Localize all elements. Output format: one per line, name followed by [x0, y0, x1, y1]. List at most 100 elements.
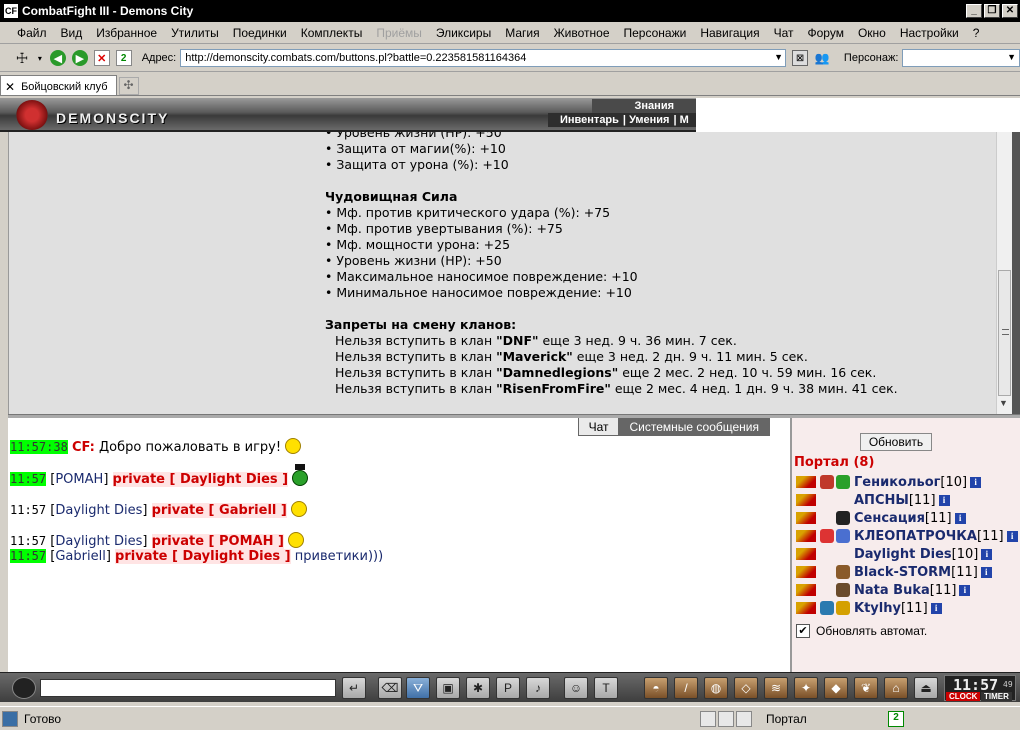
menu-item[interactable]: Персонажи — [617, 26, 694, 40]
close-page-icon[interactable]: ⊠ — [792, 50, 808, 66]
info-scrollbar[interactable]: ▼ — [996, 132, 1012, 414]
chat-timestamp[interactable]: 11:57 — [10, 549, 47, 563]
auto-refresh-checkbox[interactable]: ✔ — [796, 624, 810, 638]
player-info-icon[interactable]: i — [938, 494, 950, 506]
chat-sender[interactable]: Daylight Dies — [55, 534, 142, 549]
player-name[interactable]: КЛЕОПАТРОЧКА — [854, 529, 977, 544]
refresh-button[interactable]: Обновить — [860, 433, 932, 451]
private-message-icon[interactable] — [796, 494, 816, 506]
group-icon[interactable]: ❦ — [854, 677, 878, 699]
private-message-icon[interactable] — [796, 548, 816, 560]
player-info-icon[interactable]: i — [954, 512, 966, 524]
potion-icon[interactable]: ◍ — [704, 677, 728, 699]
back-icon[interactable]: ◀ — [49, 50, 66, 66]
minimize-button[interactable]: _ — [966, 4, 982, 18]
menu-item[interactable]: ? — [966, 26, 987, 40]
filter-icon[interactable]: ⛛ — [406, 677, 430, 699]
tab-chat[interactable]: Чат — [577, 418, 620, 436]
close-button[interactable]: ✕ — [1002, 4, 1018, 18]
refresh-icon[interactable]: 2 — [115, 50, 132, 66]
character-select[interactable]: ▼ — [902, 49, 1020, 67]
clan-emblem-icon[interactable] — [820, 529, 834, 543]
speaker-head-icon[interactable] — [12, 677, 36, 699]
scroll-down-icon[interactable]: ▼ — [999, 398, 1008, 408]
player-name[interactable]: Daylight Dies — [854, 547, 952, 562]
address-input[interactable]: http://demonscity.combats.com/buttons.pl… — [180, 49, 787, 67]
nav-skills[interactable]: Умения — [629, 114, 669, 126]
player-name[interactable]: Black-STORM — [854, 565, 951, 580]
menu-item[interactable]: Эликсиры — [429, 26, 498, 40]
menu-item[interactable]: Файл — [10, 26, 54, 40]
exit-icon[interactable]: ⏏ — [914, 677, 938, 699]
private-message-icon[interactable] — [796, 512, 816, 524]
save-log-icon[interactable]: ▣ — [436, 677, 460, 699]
player-info-icon[interactable]: i — [980, 566, 992, 578]
private-toggle-icon[interactable]: P — [496, 677, 520, 699]
clan-emblem-icon[interactable] — [836, 601, 850, 615]
menu-item[interactable]: Вид — [54, 26, 90, 40]
fighter-icon[interactable]: ✱ — [466, 677, 490, 699]
chat-sender[interactable]: РОМАН — [55, 472, 103, 487]
clan-emblem-icon[interactable] — [836, 565, 850, 579]
menu-item[interactable]: Утилиты — [164, 26, 226, 40]
dropdown-arrow-icon[interactable]: ▾ — [36, 50, 44, 66]
player-info-icon[interactable]: i — [970, 476, 982, 488]
settings-icon[interactable]: ✦ — [794, 677, 818, 699]
player-name[interactable]: Ktylhy — [854, 601, 901, 616]
menu-item[interactable]: Комплекты — [294, 26, 370, 40]
close-tab-icon[interactable]: ✕ — [5, 80, 15, 94]
player-info-icon[interactable]: i — [981, 548, 993, 560]
clock-label[interactable]: CLOCK — [946, 692, 981, 701]
scroll-thumb[interactable] — [998, 270, 1011, 396]
clear-icon[interactable]: ⌫ — [378, 677, 402, 699]
menu-item[interactable]: Окно — [851, 26, 893, 40]
menu-item[interactable]: Навигация — [693, 26, 766, 40]
chevron-down-icon[interactable]: ▼ — [774, 52, 783, 62]
player-info-icon[interactable]: i — [959, 584, 971, 596]
menu-item[interactable]: Избранное — [89, 26, 164, 40]
chat-sender[interactable]: Daylight Dies — [55, 503, 142, 518]
house-icon[interactable]: ⌂ — [884, 677, 908, 699]
tab-fight-club[interactable]: ✕ Бойцовский клуб — [0, 75, 117, 95]
private-tag[interactable]: private [ Daylight Dies ] — [115, 549, 291, 564]
nav-more[interactable]: М — [680, 114, 689, 126]
menu-item[interactable]: Чат — [767, 26, 801, 40]
chat-input[interactable] — [40, 679, 336, 697]
forward-icon[interactable]: ▶ — [71, 50, 88, 66]
maximize-button[interactable]: ❐ — [984, 4, 1000, 18]
player-name[interactable]: Nata Buka — [854, 583, 930, 598]
private-message-icon[interactable] — [796, 584, 816, 596]
private-message-icon[interactable] — [796, 602, 816, 614]
chat-timestamp[interactable]: 11:57 — [10, 534, 46, 548]
player-info-icon[interactable]: i — [1006, 530, 1018, 542]
smiley-icon[interactable]: ☺ — [564, 677, 588, 699]
chat-timestamp[interactable]: 11:57 — [10, 472, 47, 486]
sound-icon[interactable]: ♪ — [526, 677, 550, 699]
send-icon[interactable]: ↵ — [342, 677, 366, 699]
menu-item[interactable]: Форум — [801, 26, 851, 40]
menu-item[interactable]: Настройки — [893, 26, 966, 40]
menu-item[interactable]: Магия — [498, 26, 546, 40]
map-icon[interactable]: ◇ — [734, 677, 758, 699]
pin-icon[interactable]: ☩ — [14, 50, 30, 66]
player-name[interactable]: АПСНЫ — [854, 493, 909, 508]
stop-icon[interactable]: ✕ — [93, 50, 110, 66]
private-tag[interactable]: private [ РОМАН ] — [151, 534, 284, 549]
clan-emblem-icon[interactable] — [836, 475, 850, 489]
nav-inventory[interactable]: Инвентарь — [560, 114, 619, 126]
tab-system-messages[interactable]: Системные сообщения — [618, 418, 770, 436]
chat-timestamp[interactable]: 11:57 — [10, 503, 46, 517]
private-message-icon[interactable] — [796, 566, 816, 578]
shield-icon[interactable]: ◆ — [824, 677, 848, 699]
people-icon[interactable]: 👥 — [814, 50, 830, 66]
menu-item[interactable]: Животное — [547, 26, 617, 40]
chat-timestamp[interactable]: 11:57:38 — [10, 440, 68, 454]
new-tab-button[interactable]: ✣ — [118, 77, 139, 95]
timer-label[interactable]: TIMER — [981, 692, 1012, 701]
sack-icon[interactable]: ◓ — [644, 677, 668, 699]
scroll-icon[interactable]: ≋ — [764, 677, 788, 699]
chevron-down-icon[interactable]: ▼ — [1007, 52, 1016, 62]
clan-emblem-icon[interactable] — [836, 511, 850, 525]
sword-icon[interactable]: / — [674, 677, 698, 699]
chat-sender[interactable]: Gabriell — [55, 549, 105, 564]
